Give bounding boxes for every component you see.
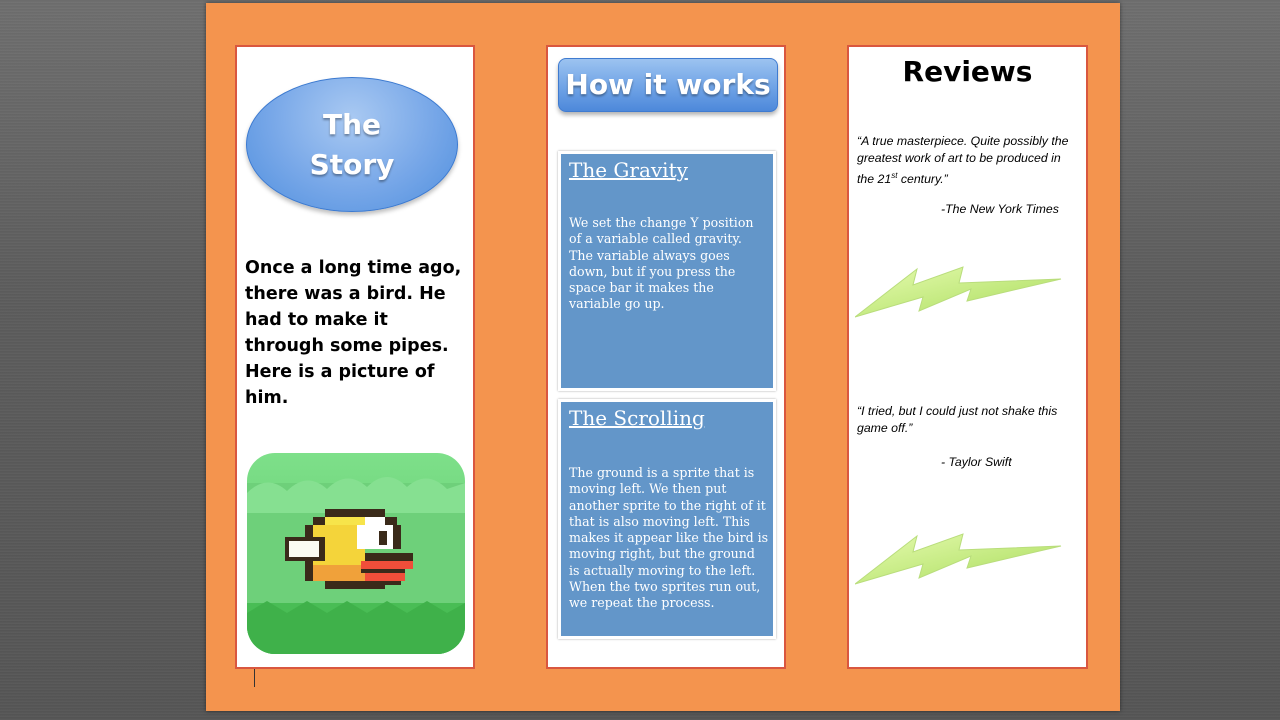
review-quote-1-text: “A true masterpiece. Quite possibly the … — [857, 134, 1069, 187]
reviews-title: Reviews — [902, 55, 1033, 88]
how-it-works-panel: How it works The Gravity We set the chan… — [546, 45, 786, 669]
scrolling-title: The Scrolling — [569, 406, 705, 430]
how-it-works-title: How it works — [558, 58, 778, 112]
brochure-page: The Story Once a long time ago, there wa… — [206, 3, 1120, 711]
scrolling-box: The Scrolling The ground is a sprite tha… — [558, 399, 776, 639]
gravity-title: The Gravity — [569, 158, 688, 182]
reviews-panel: Reviews “A true masterpiece. Quite possi… — [847, 45, 1088, 669]
review-attribution-1: -The New York Times — [941, 202, 1059, 216]
gravity-body: We set the change Y position of a variab… — [569, 215, 754, 312]
review-quote-2: “I tried, but I could just not shake thi… — [857, 403, 1079, 437]
lightning-bolt-icon — [855, 266, 1062, 318]
story-heading-line1: The — [322, 107, 381, 141]
text-cursor — [254, 669, 255, 687]
story-panel: The Story Once a long time ago, there wa… — [235, 45, 475, 669]
review-quote-1: “A true masterpiece. Quite possibly the … — [857, 133, 1079, 188]
scrolling-body: The ground is a sprite that is moving le… — [569, 465, 769, 611]
review-quote-2-text: “I tried, but I could just not shake thi… — [857, 404, 1058, 435]
story-heading-oval: The Story — [246, 77, 458, 212]
flappy-bird-icon — [247, 453, 465, 654]
lightning-bolt-icon — [855, 533, 1062, 585]
review-attribution-2: - Taylor Swift — [941, 455, 1012, 469]
story-text: Once a long time ago, there was a bird. … — [245, 258, 462, 408]
gravity-box: The Gravity We set the change Y position… — [558, 151, 776, 391]
story-heading-line2: Story — [309, 147, 395, 181]
review-quote-1-end: century.” — [897, 172, 948, 187]
